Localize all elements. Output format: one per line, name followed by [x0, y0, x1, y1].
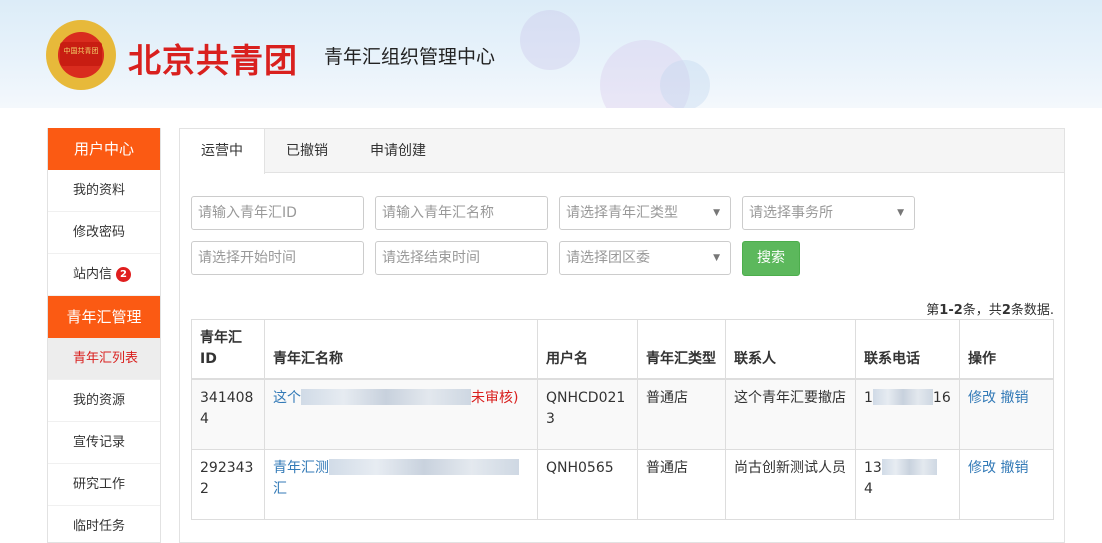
cell-id: 3414084: [191, 378, 265, 450]
edit-link[interactable]: 修改: [968, 390, 996, 406]
revoke-link[interactable]: 撤销: [1000, 460, 1028, 476]
main-panel: 运营中 已撤销 申请创建 请输入青年汇ID 请输入青年汇名称 请选择青年汇类型 ▼…: [179, 128, 1065, 543]
club-table: 青年汇ID 青年汇名称 用户名 青年汇类型 联系人 联系电话 操作 341408…: [191, 319, 1054, 520]
start-time-input[interactable]: 请选择开始时间: [191, 241, 364, 275]
cell-phone: 1 16: [855, 378, 960, 450]
status-tabs: 运营中 已撤销 申请创建: [180, 129, 1064, 174]
cell-contact: 尚古创新测试人员: [725, 448, 856, 520]
phone-start: 13: [864, 459, 882, 476]
sidebar-item-label: 站内信: [73, 267, 113, 282]
banner-decoration: [660, 60, 710, 108]
revoke-link[interactable]: 撤销: [1000, 390, 1028, 406]
column-header-username: 用户名: [537, 319, 638, 380]
cell-id: 2923432: [191, 448, 265, 520]
cell-actions: 修改 撤销: [959, 378, 1054, 450]
sidebar-item-my-resources[interactable]: 我的资源: [48, 380, 160, 422]
sidebar-item-messages[interactable]: 站内信 2: [48, 254, 160, 296]
select-value: 请选择团区委: [566, 250, 650, 266]
redacted-block: [881, 458, 937, 475]
office-select[interactable]: 请选择事务所 ▼: [742, 196, 915, 230]
column-header-contact: 联系人: [725, 319, 856, 380]
sidebar-item-research-work[interactable]: 研究工作: [48, 464, 160, 506]
end-time-input[interactable]: 请选择结束时间: [375, 241, 548, 275]
summary-range: 1-2: [939, 303, 963, 318]
chevron-down-icon: ▼: [897, 208, 904, 218]
column-header-name: 青年汇名称: [264, 319, 538, 380]
column-header-type: 青年汇类型: [637, 319, 726, 380]
cell-contact: 这个青年汇要撤店: [725, 378, 856, 450]
cell-name: 这个 未审核): [264, 378, 538, 450]
banner-decoration: [520, 10, 580, 70]
club-name-input[interactable]: 请输入青年汇名称: [375, 196, 548, 230]
cell-actions: 修改 撤销: [959, 448, 1054, 520]
column-header-id: 青年汇ID: [191, 319, 265, 380]
youth-league-emblem-icon: 中国共青团: [46, 20, 116, 90]
tab-apply-create[interactable]: 申请创建: [349, 129, 447, 172]
tab-revoked[interactable]: 已撤销: [265, 129, 349, 172]
summary-prefix: 第: [926, 303, 940, 318]
sidebar-item-temporary-tasks[interactable]: 临时任务: [48, 506, 160, 543]
select-value: 请选择事务所: [749, 205, 833, 221]
district-committee-select[interactable]: 请选择团区委 ▼: [559, 241, 731, 275]
name-start: 这个: [273, 390, 301, 406]
chevron-down-icon: ▼: [713, 253, 720, 263]
sidebar-item-club-list[interactable]: 青年汇列表: [48, 338, 160, 380]
summary-total: 2: [1001, 303, 1011, 318]
redacted-block: [301, 389, 471, 405]
select-value: 请选择青年汇类型: [566, 205, 678, 221]
edit-link[interactable]: 修改: [968, 460, 996, 476]
sidebar-item-publicity-records[interactable]: 宣传记录: [48, 422, 160, 464]
summary-mid: 条，共: [962, 303, 1002, 318]
sidebar-item-my-profile[interactable]: 我的资料: [48, 170, 160, 212]
summary-suffix: 条数据.: [1010, 303, 1054, 318]
cell-type: 普通店: [637, 448, 726, 520]
club-name-link[interactable]: 这个 未审核): [273, 389, 519, 406]
brand-logo-text[interactable]: 北京共青团: [128, 34, 298, 82]
club-type-select[interactable]: 请选择青年汇类型 ▼: [559, 196, 731, 230]
emblem-text: 中国共青团: [63, 47, 99, 55]
cell-username: QNHCD0213: [537, 378, 638, 450]
cell-phone: 13 4: [855, 448, 960, 520]
phone-end: 4: [864, 480, 873, 497]
cell-type: 普通店: [637, 378, 726, 450]
club-name-link[interactable]: 青年汇测汇: [273, 458, 519, 497]
sidebar-item-change-password[interactable]: 修改密码: [48, 212, 160, 254]
table-row: 3414084 这个 未审核) QNHCD0213 普通店 这个青年汇要撤店 11…: [191, 378, 1054, 450]
phone-start: 1: [864, 390, 873, 406]
redacted-block: [872, 389, 933, 405]
page-header: 中国共青团 北京共青团 青年汇组织管理中心: [0, 0, 1102, 108]
search-button[interactable]: 搜索: [742, 241, 800, 276]
column-header-phone: 联系电话: [855, 319, 960, 380]
club-id-input[interactable]: 请输入青年汇ID: [191, 196, 364, 230]
name-start: 青年汇测: [273, 459, 329, 476]
table-row: 2923432 青年汇测汇 QNH0565 普通店 尚古创新测试人员 13 4 修…: [191, 448, 1054, 520]
cell-name: 青年汇测汇: [264, 448, 538, 520]
cell-username: QNH0565: [537, 448, 638, 520]
sidebar-section-user-center[interactable]: 用户中心: [48, 128, 160, 170]
tab-operating[interactable]: 运营中: [180, 129, 265, 174]
phone-end: 16: [932, 390, 951, 406]
result-summary: 第1-2条，共2条数据.: [926, 299, 1054, 318]
redacted-block: [329, 458, 519, 475]
message-count-badge: 2: [116, 267, 132, 282]
column-header-actions: 操作: [959, 319, 1054, 380]
chevron-down-icon: ▼: [713, 208, 720, 218]
table-header-row: 青年汇ID 青年汇名称 用户名 青年汇类型 联系人 联系电话 操作: [191, 319, 1054, 380]
sidebar: 用户中心 我的资料 修改密码 站内信 2 青年汇管理 青年汇列表 我的资源 宣传记…: [47, 128, 161, 543]
name-end: 未审核): [471, 390, 519, 406]
name-end: 汇: [273, 480, 287, 497]
sidebar-section-youth-club-management[interactable]: 青年汇管理: [48, 296, 160, 338]
site-subtitle: 青年汇组织管理中心: [324, 46, 496, 68]
